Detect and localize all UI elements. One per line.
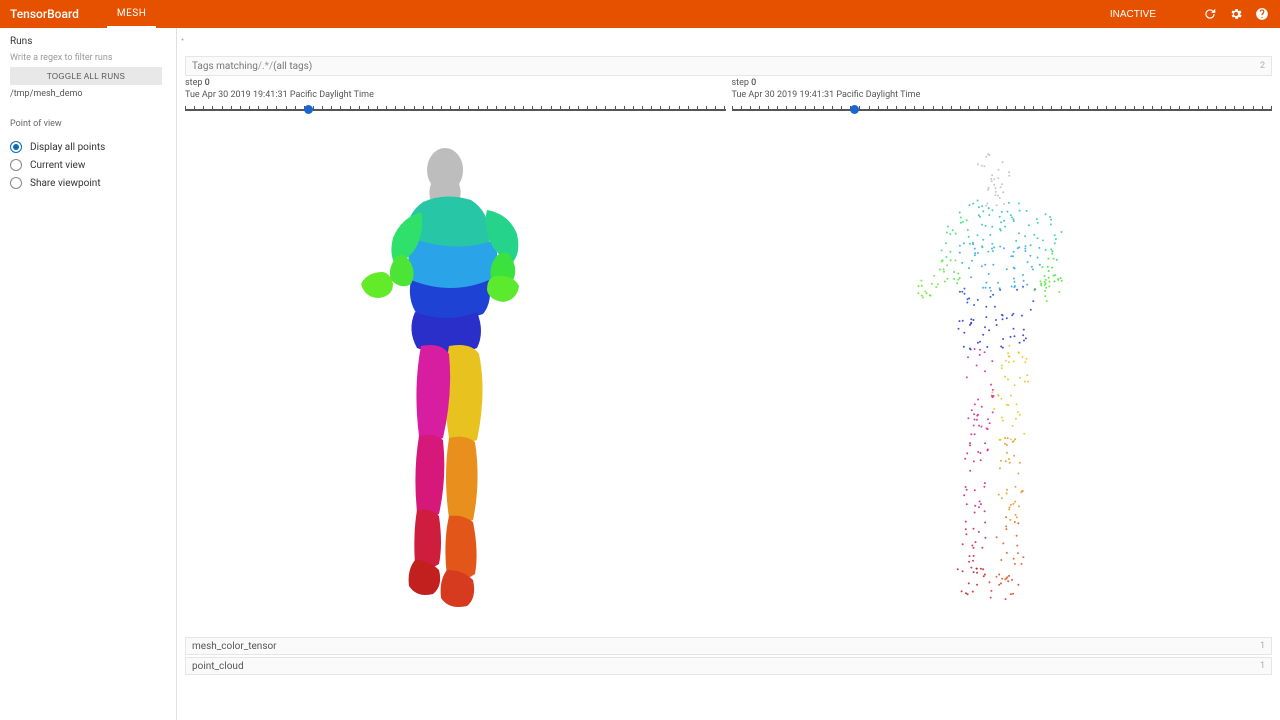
status-label: INACTIVE bbox=[1110, 9, 1156, 20]
tag-row-point-cloud[interactable]: point_cloud 1 bbox=[185, 657, 1272, 675]
panel-left: step 0 Tue Apr 30 2019 19:41:31 Pacific … bbox=[185, 78, 726, 117]
pov-option-share-viewpoint[interactable]: Share viewpoint bbox=[10, 177, 168, 189]
toggle-all-runs-button[interactable]: TOGGLE ALL RUNS bbox=[10, 67, 162, 85]
tab-mesh[interactable]: MESH bbox=[107, 0, 157, 28]
run-path[interactable]: /tmp/mesh_demo bbox=[10, 89, 168, 99]
radio-icon bbox=[10, 159, 22, 171]
status-dropdown[interactable]: INACTIVE bbox=[1100, 7, 1192, 22]
mesh-scene-right[interactable] bbox=[732, 123, 1273, 633]
human-pointcloud-icon bbox=[892, 138, 1112, 618]
pov-title: Point of view bbox=[10, 119, 168, 129]
main-area: • Tags matching /.*/ (all tags) 2 step 0… bbox=[177, 28, 1280, 720]
runs-filter-hint[interactable]: Write a regex to filter runs bbox=[10, 53, 168, 63]
step-slider-left[interactable] bbox=[185, 103, 726, 117]
panel-right: step 0 Tue Apr 30 2019 19:41:31 Pacific … bbox=[732, 78, 1273, 117]
mesh-scene-left[interactable] bbox=[185, 123, 726, 633]
gear-icon[interactable] bbox=[1228, 6, 1244, 22]
timestamp: Tue Apr 30 2019 19:41:31 Pacific Dayligh… bbox=[185, 90, 374, 100]
drag-handle-icon[interactable]: • bbox=[181, 36, 184, 46]
human-mesh-icon bbox=[345, 138, 565, 618]
sidebar: Runs Write a regex to filter runs TOGGLE… bbox=[0, 28, 177, 720]
radio-icon bbox=[10, 177, 22, 189]
step-slider-right[interactable] bbox=[732, 103, 1273, 117]
app-header: TensorBoard MESH INACTIVE bbox=[0, 0, 1280, 28]
radio-icon bbox=[10, 141, 22, 153]
timestamp: Tue Apr 30 2019 19:41:31 Pacific Dayligh… bbox=[732, 90, 921, 100]
refresh-icon[interactable] bbox=[1202, 6, 1218, 22]
brand: TensorBoard bbox=[10, 7, 79, 21]
tags-count: 2 bbox=[1260, 61, 1265, 71]
pov-option-current-view[interactable]: Current view bbox=[10, 159, 168, 171]
runs-title: Runs bbox=[10, 36, 168, 47]
help-icon[interactable] bbox=[1254, 6, 1270, 22]
tag-row-mesh-color-tensor[interactable]: mesh_color_tensor 1 bbox=[185, 637, 1272, 655]
pov-option-display-all[interactable]: Display all points bbox=[10, 141, 168, 153]
tags-filter-bar[interactable]: Tags matching /.*/ (all tags) 2 bbox=[185, 56, 1272, 76]
